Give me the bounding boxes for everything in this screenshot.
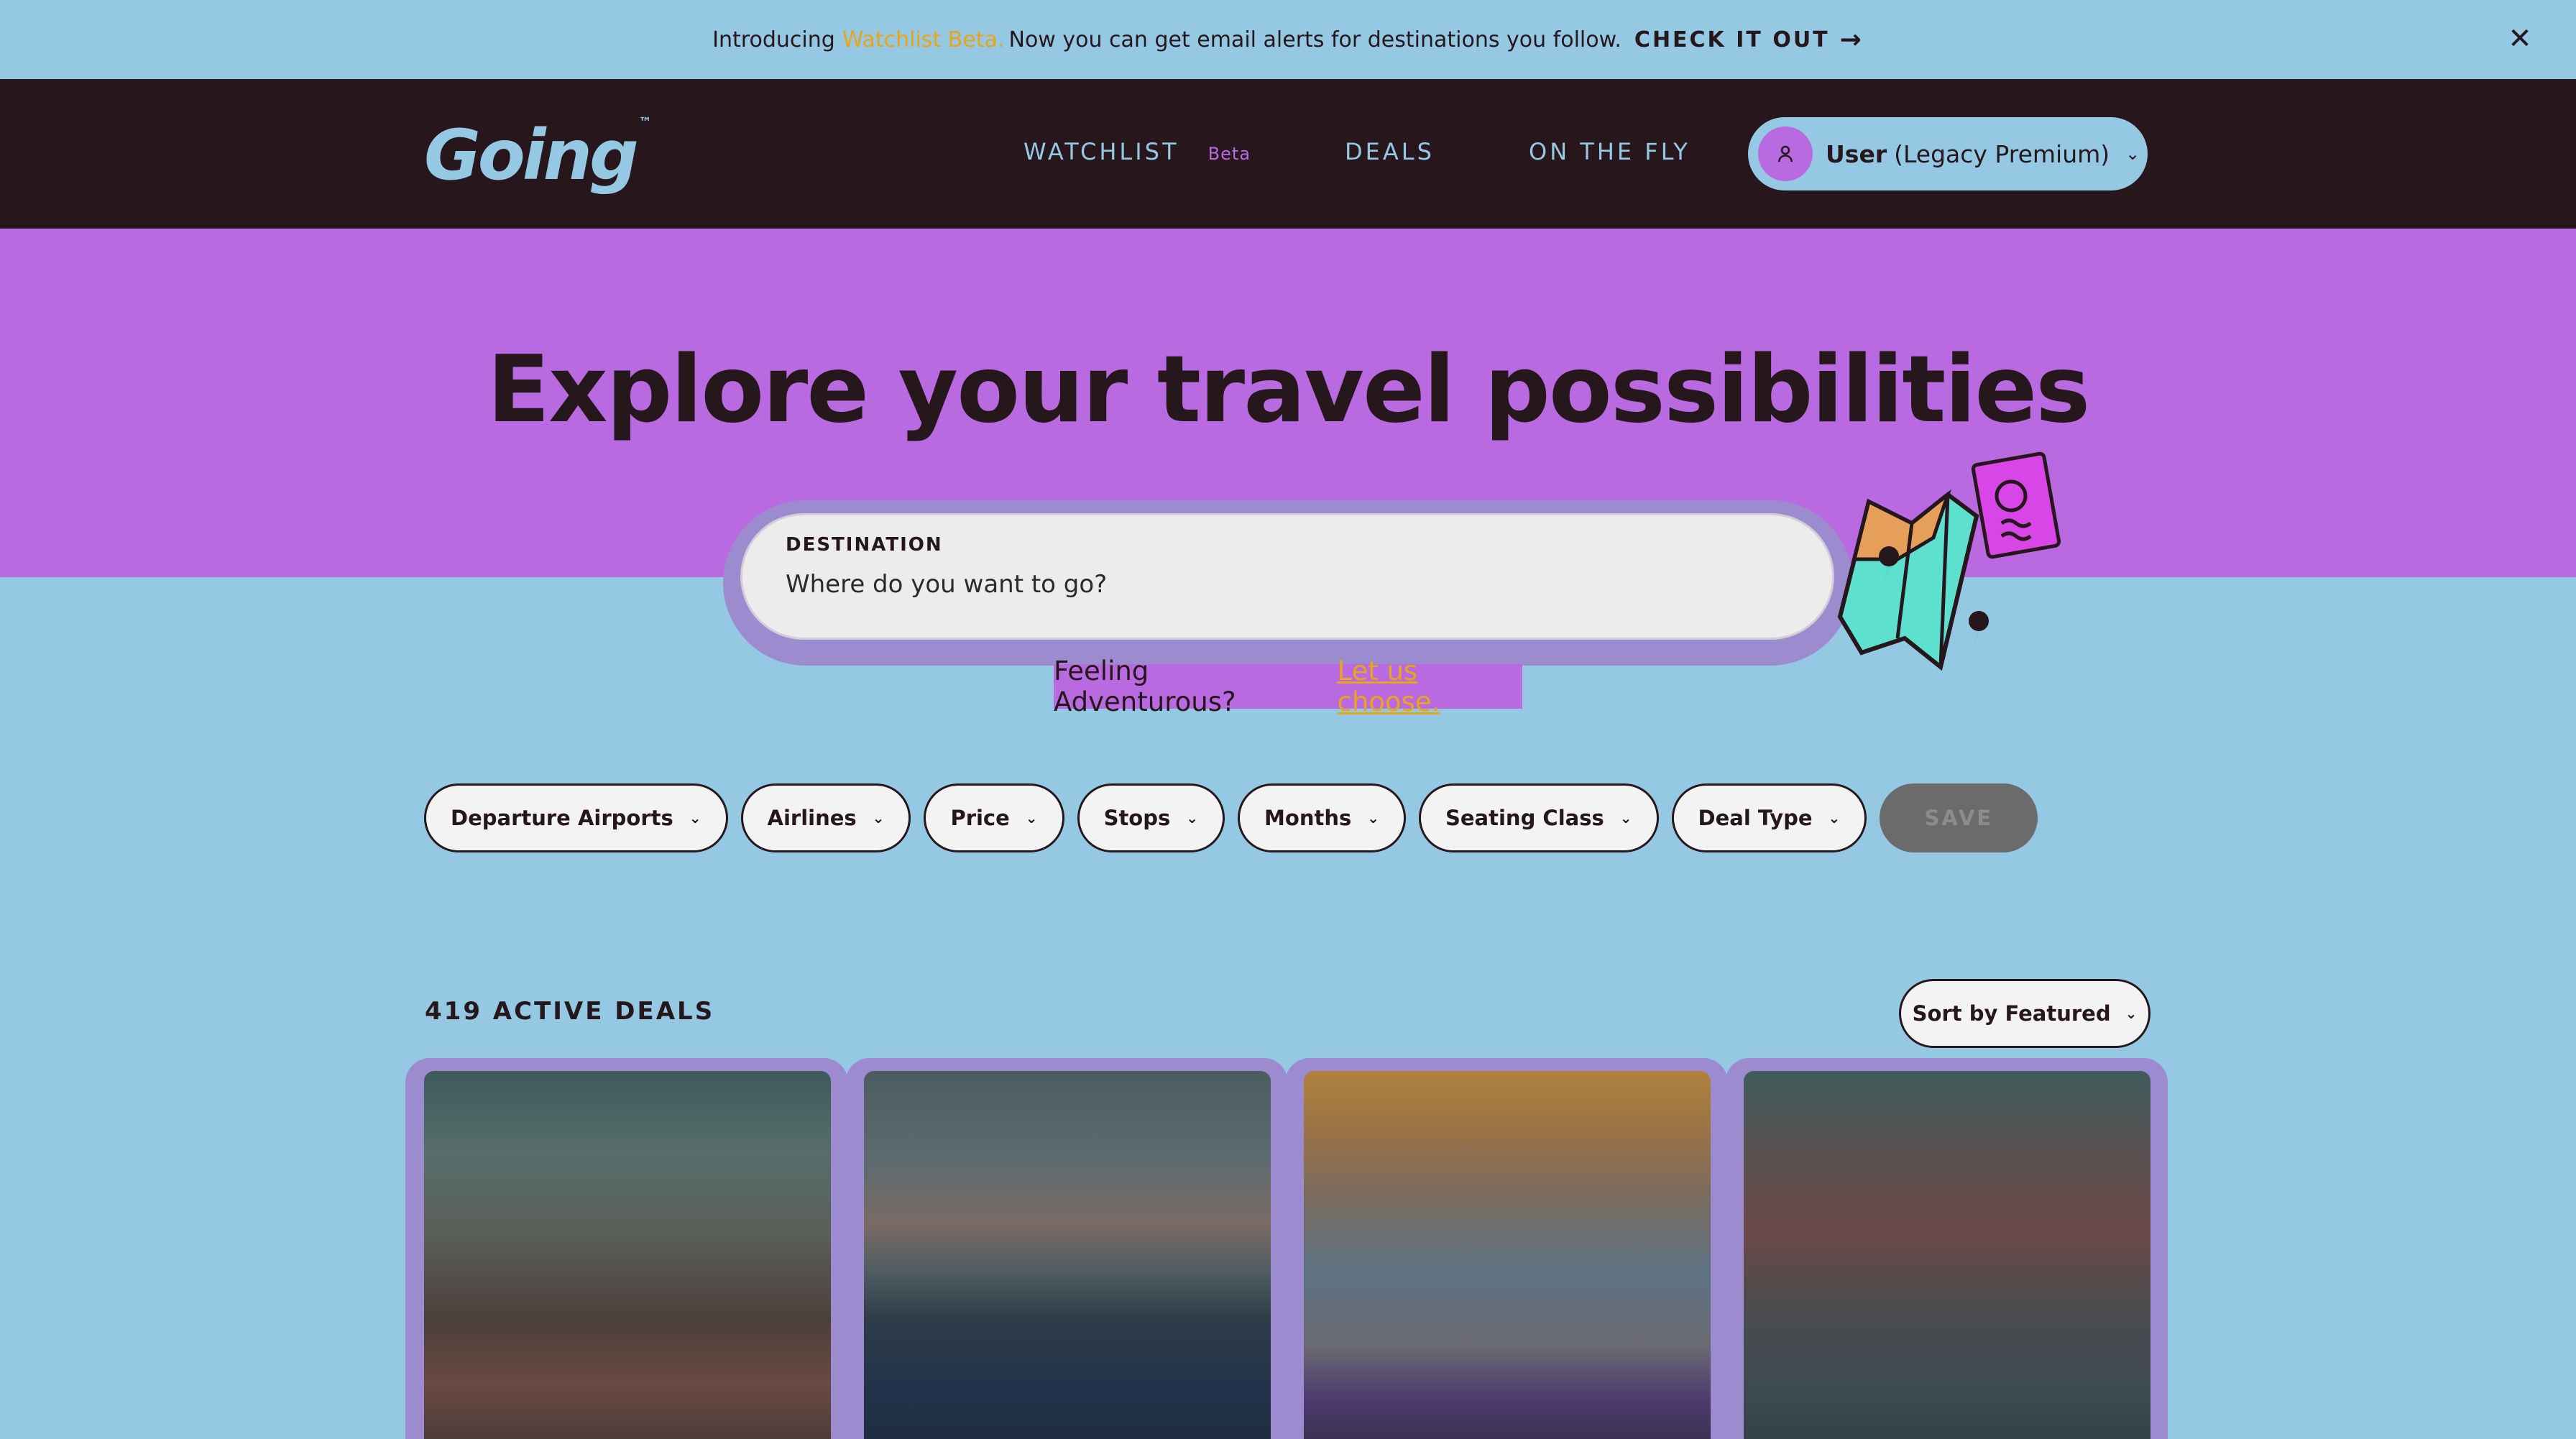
sort-label: Sort by Featured [1912,1001,2111,1026]
nav-watchlist-label: WATCHLIST [1024,138,1179,165]
user-menu-button[interactable]: User (Legacy Premium) ⌄ [1748,117,2148,190]
filter-label: Deal Type [1698,806,1813,830]
filter-label: Airlines [767,806,857,830]
let-us-choose-link[interactable]: Let us choose. [1337,656,1522,717]
deal-card[interactable] [1285,1058,1728,1439]
destination-label: DESTINATION [786,534,943,556]
deal-image [424,1071,831,1439]
chevron-down-icon: ⌄ [2125,1005,2138,1022]
destination-search-box[interactable]: DESTINATION [740,513,1834,640]
announcement-banner: Introducing Watchlist Beta. Now you can … [0,0,2576,79]
adventure-prompt: Feeling Adventurous? Let us choose. [1054,656,1522,717]
filter-label: Stops [1103,806,1171,830]
page-root: Introducing Watchlist Beta. Now you can … [0,0,2576,1439]
filter-departure-airports[interactable]: Departure Airports ⌄ [424,783,728,852]
deal-image [1744,1071,2150,1439]
filter-deal-type[interactable]: Deal Type ⌄ [1671,783,1867,852]
chevron-down-icon: ⌄ [2125,144,2140,164]
chevron-down-icon: ⌄ [1619,809,1632,827]
filter-label: Months [1264,806,1352,830]
filter-airlines[interactable]: Airlines ⌄ [740,783,911,852]
banner-highlight: Watchlist Beta. [842,27,1005,52]
filter-price[interactable]: Price ⌄ [924,783,1064,852]
filter-seating-class[interactable]: Seating Class ⌄ [1419,783,1659,852]
filter-stops[interactable]: Stops ⌄ [1077,783,1225,852]
page-title: Explore your travel possibilities [487,336,2091,443]
chevron-down-icon: ⌄ [872,809,885,827]
filter-months[interactable]: Months ⌄ [1238,783,1406,852]
nav-link-on-the-fly[interactable]: ON THE FLY [1529,138,1690,165]
user-icon [1758,127,1813,181]
filter-label: Price [950,806,1010,830]
active-deals-count: 419 ACTIVE DEALS [425,997,715,1026]
check-it-out-label: CHECK IT OUT [1634,27,1830,52]
banner-message: Now you can get email alerts for destina… [1008,27,1622,52]
deal-card[interactable] [1725,1058,2168,1439]
destination-input[interactable] [786,566,1720,603]
arrow-right-icon: → [1839,24,1864,55]
filter-label: Seating Class [1445,806,1604,830]
filter-bar: Departure Airports ⌄ Airlines ⌄ Price ⌄ … [424,783,2038,852]
deal-card[interactable] [845,1058,1288,1439]
user-name: User [1826,139,1887,168]
nav-link-deals[interactable]: DEALS [1345,138,1435,165]
deal-image [1304,1071,1711,1439]
banner-intro: Introducing [712,27,835,52]
map-passport-illustration [1837,451,2061,671]
logo-text: Going [424,115,639,196]
close-icon[interactable]: ✕ [2500,19,2540,59]
user-plan: (Legacy Premium) [1894,139,2110,168]
sort-dropdown[interactable]: Sort by Featured ⌄ [1899,979,2150,1048]
check-it-out-link[interactable]: CHECK IT OUT → [1634,25,1864,55]
beta-badge: Beta [1208,144,1251,164]
going-logo[interactable]: Going ™ [424,115,652,196]
chevron-down-icon: ⌄ [1025,809,1038,827]
chevron-down-icon: ⌄ [1186,809,1199,827]
save-button[interactable]: SAVE [1880,783,2038,852]
top-nav: Going ™ WATCHLIST Beta DEALS ON THE FLY U… [0,79,2576,229]
deal-image [864,1071,1271,1439]
filter-label: Departure Airports [451,806,673,830]
deal-card[interactable] [405,1058,848,1439]
chevron-down-icon: ⌄ [689,809,702,827]
logo-trademark: ™ [638,115,652,130]
adventure-text: Feeling Adventurous? [1054,656,1236,717]
chevron-down-icon: ⌄ [1367,809,1379,827]
chevron-down-icon: ⌄ [1828,809,1841,827]
nav-link-watchlist[interactable]: WATCHLIST Beta [1024,138,1251,165]
